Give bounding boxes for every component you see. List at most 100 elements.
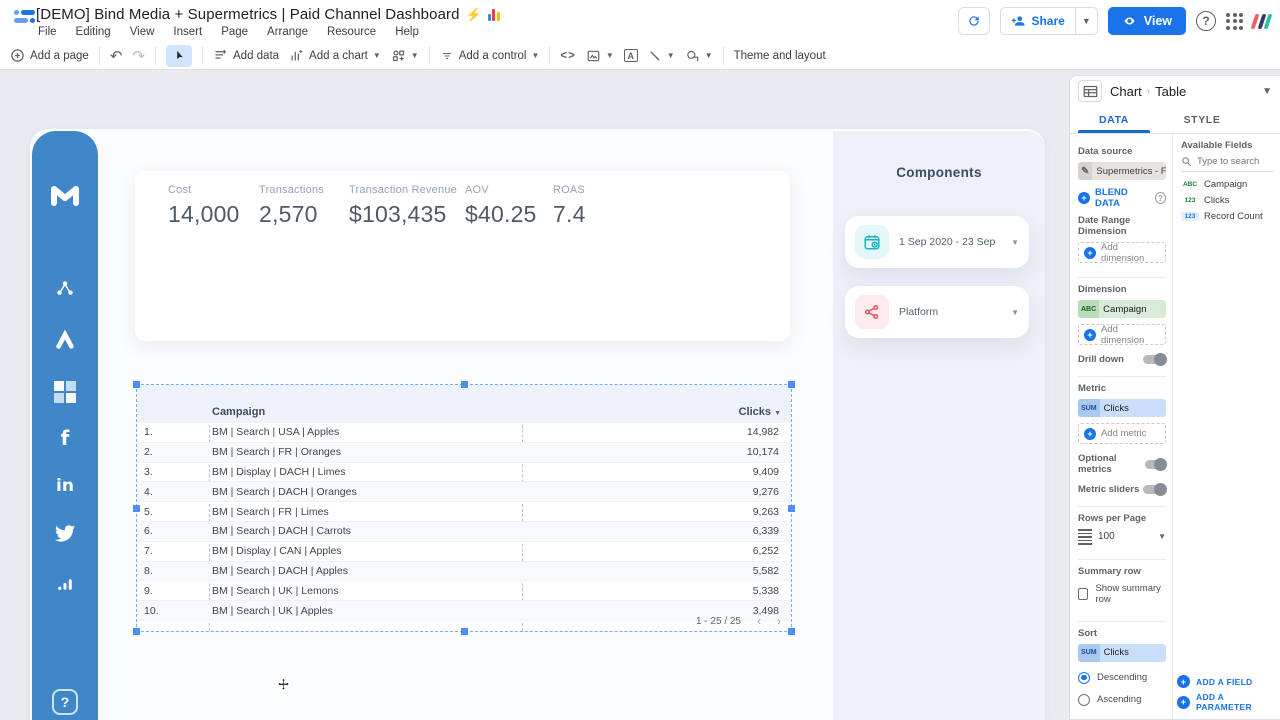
- share-dropdown-caret[interactable]: ▼: [1074, 8, 1097, 34]
- properties-panel: Chart › Table ▼ DATA STYLE Data source ✎…: [1069, 75, 1280, 720]
- menu-resource[interactable]: Resource: [327, 26, 376, 38]
- rows-per-page-select[interactable]: 100 ▼: [1078, 529, 1166, 545]
- blend-help-icon[interactable]: ?: [1154, 192, 1166, 204]
- breadcrumb-table[interactable]: Table: [1155, 84, 1186, 99]
- add-a-field-button[interactable]: + ADD A FIELD: [1177, 675, 1274, 688]
- table-header: Campaign Clicks ▼: [137, 385, 791, 423]
- field-clicks[interactable]: 123 Clicks: [1181, 195, 1274, 206]
- move-cursor: [276, 677, 291, 692]
- sort-field-chip[interactable]: SUM Clicks: [1078, 643, 1166, 662]
- line-button[interactable]: ▼: [648, 49, 675, 63]
- add-dimension-button[interactable]: + Add dimension: [1078, 324, 1166, 346]
- blend-data-button[interactable]: + BLEND DATA ?: [1078, 187, 1166, 209]
- collapse-panel-icon[interactable]: ▼: [1262, 86, 1272, 97]
- drill-down-toggle[interactable]: [1143, 353, 1167, 366]
- table-pagination: 1 - 25 / 25 ‹ ›: [696, 614, 781, 628]
- drill-down-label: Drill down: [1078, 354, 1124, 365]
- data-source-chip[interactable]: ✎ Supermetrics - For..: [1078, 162, 1166, 180]
- add-data-button[interactable]: Add data: [213, 48, 279, 63]
- menu-insert[interactable]: Insert: [173, 26, 202, 38]
- add-date-dimension-button[interactable]: + Add dimension: [1078, 242, 1166, 264]
- sort-descending-option[interactable]: Descending: [1078, 671, 1166, 684]
- table-row: 3. BM | Display | DACH | Limes 9,409: [137, 463, 791, 483]
- resize-handle[interactable]: [788, 505, 795, 512]
- metric-sliders-toggle[interactable]: [1143, 483, 1167, 496]
- radio-icon[interactable]: [1078, 693, 1090, 706]
- document-title[interactable]: [DEMO] Bind Media + Supermetrics | Paid …: [36, 6, 460, 23]
- table-row: 9. BM | Search | UK | Lemons 5,338: [137, 581, 791, 602]
- breadcrumb-chart[interactable]: Chart: [1110, 84, 1142, 99]
- rows-per-page-label: Rows per Page: [1078, 513, 1147, 524]
- add-control-button[interactable]: Add a control ▼: [440, 50, 539, 62]
- menu-arrange[interactable]: Arrange: [267, 26, 308, 38]
- platform-filter-control[interactable]: Platform ▼: [845, 286, 1029, 338]
- components-title: Components: [896, 165, 982, 180]
- view-button[interactable]: View: [1107, 7, 1186, 35]
- resize-handle[interactable]: [461, 628, 468, 635]
- table-row: 8. BM | Search | DACH | Apples 5,582: [137, 561, 791, 582]
- menu-help[interactable]: Help: [395, 26, 419, 38]
- select-tool-button[interactable]: [166, 44, 192, 67]
- channel-rail: f in ?: [32, 131, 98, 720]
- embed-button[interactable]: <>: [560, 50, 575, 62]
- apps-grid-icon[interactable]: [1226, 12, 1243, 30]
- next-page-icon[interactable]: ›: [777, 614, 781, 628]
- resize-handle[interactable]: [133, 505, 140, 512]
- table-widget[interactable]: ••• Campaign Clicks ▼ 1.BM | Search | US…: [133, 381, 795, 635]
- help-rail-button[interactable]: ?: [32, 689, 98, 715]
- metric-label: Metric: [1078, 383, 1106, 394]
- add-page-button[interactable]: Add a page: [10, 48, 89, 63]
- tab-style[interactable]: STYLE: [1158, 106, 1246, 133]
- show-summary-row-option[interactable]: Show summary row: [1078, 583, 1166, 605]
- add-a-parameter-button[interactable]: + ADD A PARAMETER: [1177, 692, 1274, 712]
- radio-selected-icon[interactable]: [1078, 671, 1090, 684]
- column-clicks[interactable]: Clicks ▼: [739, 406, 781, 418]
- dimension-chip[interactable]: ABC Campaign: [1078, 300, 1166, 318]
- menu-file[interactable]: File: [38, 26, 57, 38]
- resize-handle[interactable]: [133, 628, 140, 635]
- search-input[interactable]: [1197, 156, 1267, 167]
- menu-page[interactable]: Page: [221, 26, 248, 38]
- resize-handle[interactable]: [461, 381, 468, 388]
- menu-editing[interactable]: Editing: [76, 26, 111, 38]
- search-icon: [1181, 156, 1192, 167]
- scorecard-widget[interactable]: Cost 14,000 Transactions 2,570 Transaction…: [135, 171, 790, 341]
- add-chart-button[interactable]: Add a chart ▼: [289, 48, 381, 63]
- share-button[interactable]: Share ▼: [1000, 7, 1098, 35]
- add-metric-button[interactable]: + Add metric: [1078, 423, 1166, 444]
- field-campaign[interactable]: ABC Campaign: [1181, 179, 1274, 190]
- summary-row-label: Summary row: [1078, 565, 1141, 577]
- community-viz-button[interactable]: ▼: [391, 48, 419, 63]
- text-button[interactable]: A: [623, 49, 638, 62]
- checkbox-icon[interactable]: [1078, 587, 1089, 600]
- resize-handle[interactable]: [133, 381, 140, 388]
- table-row: 7. BM | Display | CAN | Apples 6,252: [137, 542, 791, 562]
- metric-chip[interactable]: SUM Clicks: [1078, 399, 1166, 417]
- share-label: Share: [1031, 14, 1065, 28]
- column-campaign[interactable]: Campaign: [212, 406, 265, 418]
- line-icon: [648, 49, 662, 63]
- chevron-down-icon[interactable]: ▼: [1011, 238, 1019, 247]
- optional-metrics-toggle[interactable]: [1145, 457, 1167, 471]
- redo-button[interactable]: ↷: [132, 47, 145, 65]
- resize-handle[interactable]: [788, 381, 795, 388]
- sort-ascending-option[interactable]: Ascending: [1078, 693, 1166, 706]
- refresh-button[interactable]: [958, 7, 991, 35]
- help-button[interactable]: ?: [1196, 11, 1216, 31]
- chevron-down-icon[interactable]: ▼: [1011, 308, 1019, 317]
- tab-data[interactable]: DATA: [1070, 106, 1158, 133]
- prev-page-icon[interactable]: ‹: [757, 614, 761, 628]
- date-range-control[interactable]: 1 Sep 2020 - 23 Sep ▼: [845, 216, 1029, 268]
- theme-layout-button[interactable]: Theme and layout: [734, 50, 826, 62]
- pencil-icon[interactable]: ✎: [1078, 162, 1093, 180]
- menu-view[interactable]: View: [130, 26, 155, 38]
- shape-button[interactable]: ▼: [685, 49, 713, 63]
- field-record-count[interactable]: 123 Record Count: [1181, 211, 1274, 222]
- table-chart-icon: [1078, 80, 1102, 102]
- sort-label: Sort: [1078, 627, 1097, 639]
- image-button[interactable]: ▼: [586, 49, 614, 63]
- chevron-down-icon: ▼: [1158, 532, 1166, 542]
- field-search[interactable]: [1181, 156, 1274, 172]
- resize-handle[interactable]: [788, 628, 795, 635]
- undo-button[interactable]: ↶: [110, 47, 123, 65]
